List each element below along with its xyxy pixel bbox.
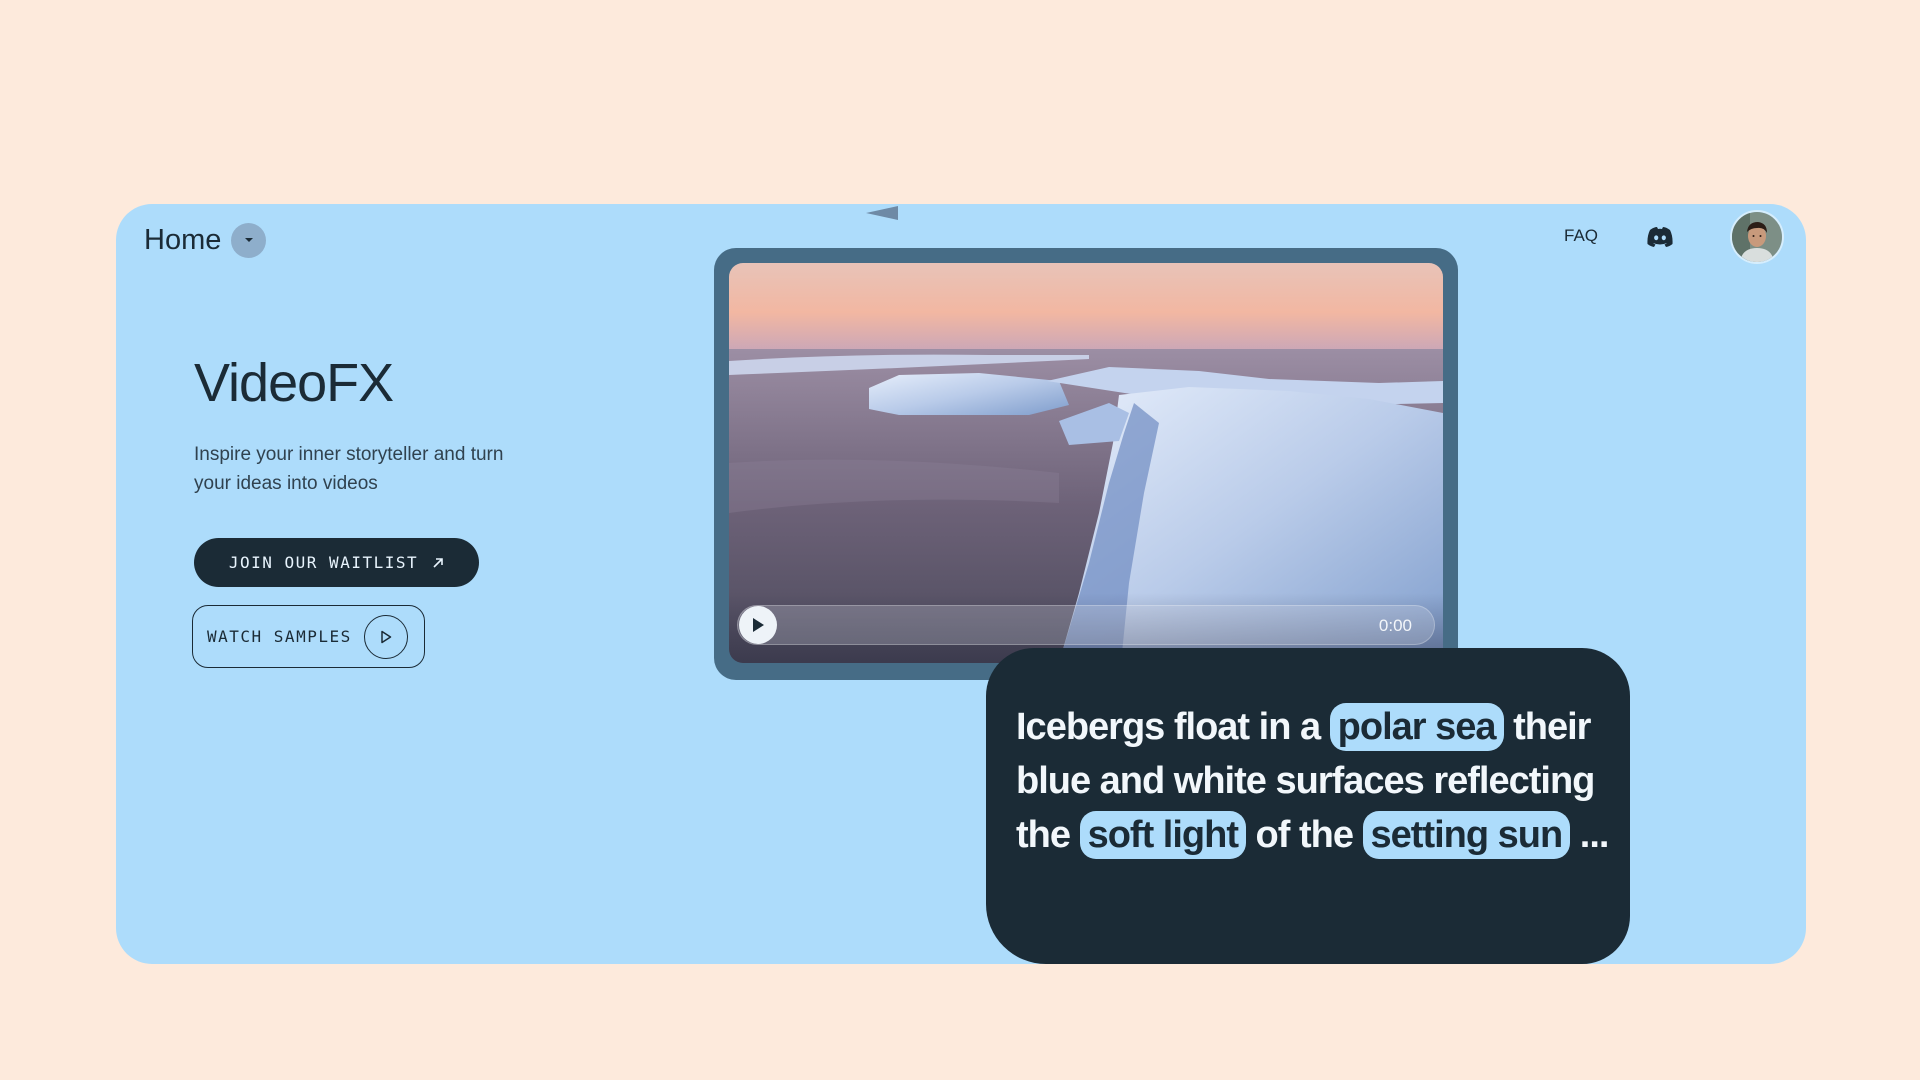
video-preview[interactable]: 0:00 [729, 263, 1443, 663]
faq-link[interactable]: FAQ [1564, 226, 1598, 246]
keyword-chip[interactable]: setting sun [1362, 811, 1571, 859]
home-menu[interactable]: Home [144, 218, 267, 262]
user-avatar[interactable] [1732, 212, 1782, 262]
discord-icon[interactable] [1644, 221, 1676, 253]
arrow-up-right-icon [433, 557, 443, 568]
chevron-down-icon[interactable] [231, 222, 267, 258]
keyword-chip[interactable]: polar sea [1329, 703, 1504, 751]
keyword-chip[interactable]: soft light [1079, 811, 1246, 859]
main-card: Home FAQ VideoFX Inspire your inner stor… [116, 204, 1806, 964]
page-title: VideoFX [194, 353, 394, 413]
prompt-card: Icebergs float in a polar sea their blue… [986, 648, 1630, 964]
watch-samples-label: WATCH SAMPLES [207, 627, 352, 646]
home-label: Home [144, 223, 222, 256]
prompt-segment: Icebergs float in a [1016, 706, 1321, 748]
video-controls: 0:00 [737, 605, 1435, 645]
play-circle-icon [363, 614, 408, 659]
pointer-marker-icon [866, 206, 898, 220]
prompt-segment: of the [1255, 814, 1354, 856]
play-icon[interactable] [739, 606, 777, 644]
join-waitlist-label: JOIN OUR WAITLIST [228, 553, 419, 572]
video-time: 0:00 [1378, 616, 1412, 635]
video-player: 0:00 [714, 248, 1458, 680]
watch-samples-button[interactable]: WATCH SAMPLES [192, 605, 425, 668]
prompt-segment: ... [1579, 814, 1610, 856]
hero-subtitle: Inspire your inner storyteller and turn … [194, 444, 504, 494]
iceberg-video-frame [729, 263, 1443, 663]
join-waitlist-button[interactable]: JOIN OUR WAITLIST [194, 538, 479, 587]
prompt-text: Icebergs float in a polar sea their blue… [1016, 700, 1616, 862]
